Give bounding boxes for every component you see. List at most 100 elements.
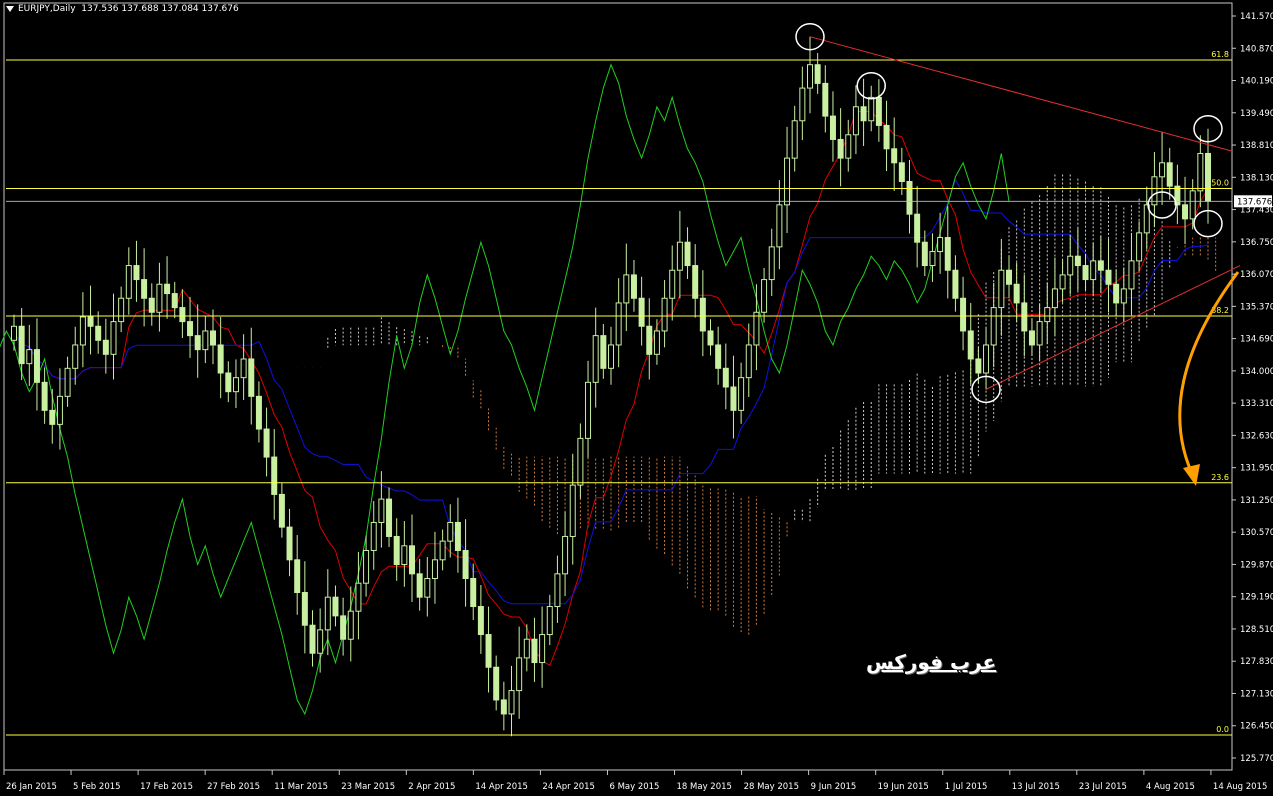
candle-body [715,344,722,369]
candle-body [232,377,239,393]
date-tick-label: 28 May 2015 [744,782,799,792]
price-tick-label: 127.830 [1240,657,1273,667]
price-tick-label: 131.950 [1240,464,1273,474]
candle-body [745,344,752,379]
candle-body [569,484,576,537]
candle-body [960,297,967,332]
candle-body [539,634,546,664]
candle-body [26,349,33,365]
candle-body [1151,176,1158,206]
price-tick-label: 134.690 [1240,335,1273,345]
candle-body [194,335,201,351]
candle-body [133,265,140,281]
candle-body [1120,288,1127,304]
candle-body [454,521,461,551]
candle-body [347,610,354,640]
candle-body [187,321,194,337]
date-tick-label: 26 Jan 2015 [6,782,57,792]
candle-body [738,377,745,411]
candle-body [64,367,71,397]
candle-body [148,297,155,313]
candle-body [761,279,768,313]
price-tick-label: 126.450 [1240,722,1273,732]
candle-body [929,251,936,267]
candle-body [585,381,592,439]
date-tick-label: 23 Mar 2015 [341,782,395,792]
candle-body [1128,260,1135,290]
ohlc-readout: 137.536 137.688 137.084 137.676 [81,4,239,14]
date-tick-label: 5 Feb 2015 [73,782,121,792]
date-tick-label: 27 Feb 2015 [207,782,260,792]
price-tick-label: 127.130 [1240,689,1273,699]
candle-body [1136,232,1143,262]
candle-body [439,540,446,561]
candle-body [646,325,653,355]
tenkan-sen-line [13,111,1209,667]
price-tick-label: 141.570 [1240,12,1273,22]
candle-body [79,316,86,346]
candle-body [87,316,94,327]
candle-body [791,120,798,159]
candle-body [799,87,806,122]
candle-body [776,204,783,248]
candle-body [1067,255,1074,276]
candle-body [332,596,339,617]
candle-body [317,629,324,654]
candle-body [562,535,569,575]
candle-body [301,592,308,626]
candle-body [983,344,990,374]
candle-body [1021,302,1028,332]
candle-body [1082,265,1089,281]
candle-body [684,241,691,267]
candle-body [370,521,377,551]
projection-arrow [1178,271,1240,481]
symbol-label: EURJPY,Daily [18,4,76,14]
candle-body [822,82,829,117]
annotations [795,22,1241,486]
candle-body [477,606,484,636]
price-tick-label: 136.070 [1240,270,1273,280]
candle-body [531,638,538,664]
candle-body [500,699,507,715]
price-tick-label: 140.190 [1240,77,1273,87]
fibo-level-label: 61.8 [1211,50,1229,59]
candle-body [1182,204,1189,220]
candle-body [18,325,25,365]
candle-body [807,64,813,89]
candle-body [592,335,599,383]
candle-body [875,96,882,126]
candle-body [424,578,431,598]
candle-body [753,311,760,346]
candle-body [906,180,913,215]
candle-body [508,690,515,715]
candle-body [118,297,125,323]
candle-body [363,549,370,584]
candle-body [95,325,102,341]
candle-body [271,456,278,495]
collapse-triangle-icon[interactable] [6,5,14,12]
price-tick-label: 134.000 [1240,367,1273,377]
candle-body [56,395,63,425]
candle-body [653,330,660,355]
candle-body [210,330,216,346]
candle-body [72,344,79,369]
date-tick-label: 4 Aug 2015 [1146,782,1195,792]
date-tick-label: 14 Apr 2015 [475,782,528,792]
candle-body [416,573,423,598]
candle-body [1036,321,1043,346]
candle-body [1166,162,1173,187]
candle-body [1090,260,1097,281]
candle-body [294,559,301,594]
candle-body [638,297,645,327]
price-tick-label: 139.490 [1240,109,1273,119]
candle-body [577,437,584,486]
candle-body [141,279,148,299]
candle-body [546,606,553,636]
candle-body [975,358,982,374]
candle-body [164,283,171,295]
fibonacci-levels: 0.023.638.250.061.8 [6,50,1232,736]
indicator-lines [0,63,1209,716]
candle-body [255,395,262,430]
candle-body [516,657,523,692]
candle-body [952,269,959,299]
